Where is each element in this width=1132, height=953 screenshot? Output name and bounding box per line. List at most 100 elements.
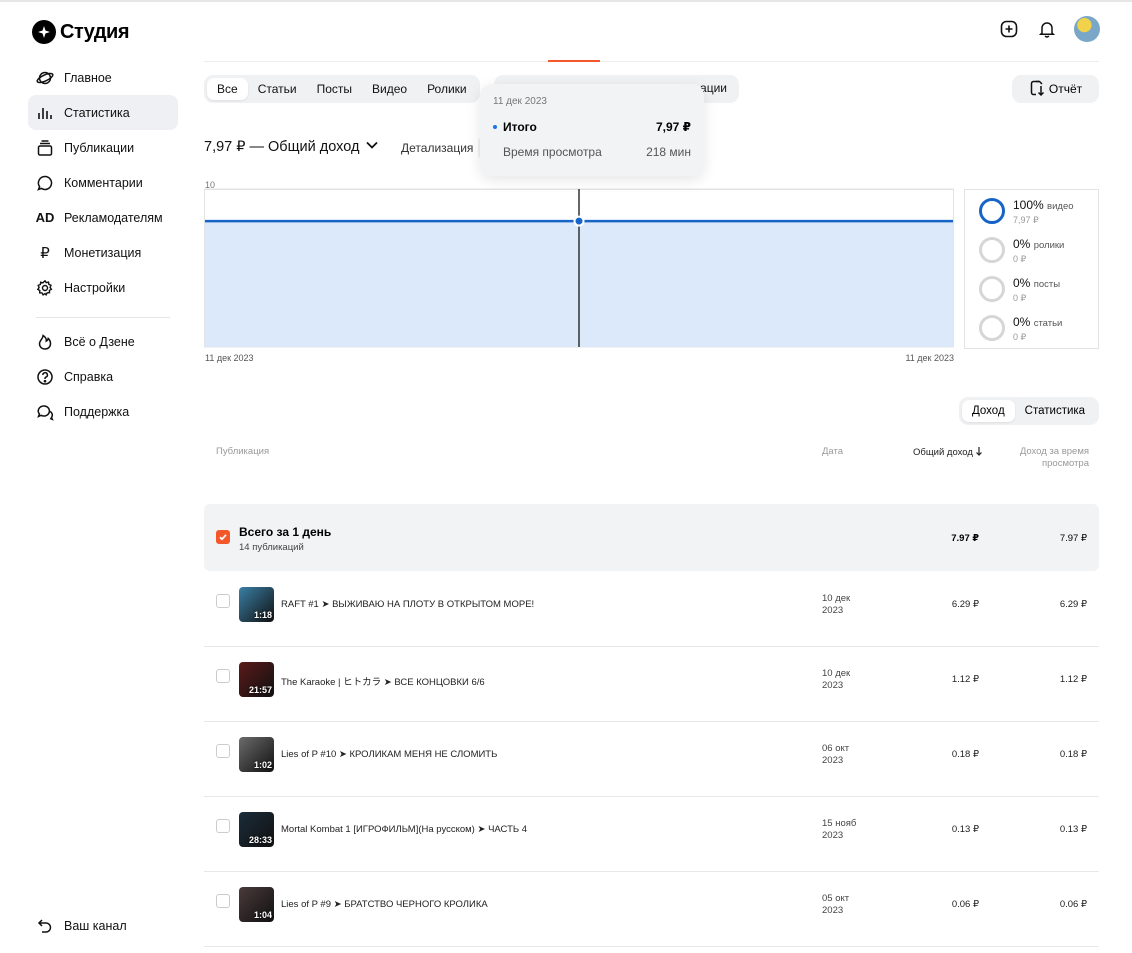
total-subtitle: 14 публикаций [239,542,304,553]
top-actions [998,16,1100,42]
total-income-header-label: Общий доход [913,447,973,458]
tooltip-watch-value: 218 мин [646,145,691,159]
total-row: Всего за 1 день 14 публикаций 7.97 ₽ 7.9… [204,504,1099,571]
legend-amount: 7,97 ₽ [1013,215,1039,225]
x-tick-label: 11 дек 2023 [905,353,954,363]
table-row[interactable]: 1:04 Lies of P #9 ➤ БРАТСТВО ЧЕРНОГО КРО… [204,872,1099,947]
studio-logo[interactable]: Студия [32,20,130,44]
add-icon[interactable] [998,18,1020,40]
sidebar-item-monetization[interactable]: ₽ Монетизация [28,235,178,270]
row-checkbox[interactable] [216,669,230,683]
chevron-down-icon [365,138,379,156]
tab-video[interactable]: Видео [362,78,417,100]
donut-ring-icon [979,237,1005,263]
comment-icon [36,174,54,192]
video-thumbnail[interactable]: 1:02 [239,737,274,772]
row-checkbox[interactable] [216,744,230,758]
sidebar-item-support[interactable]: Поддержка [28,394,178,429]
report-label: Отчёт [1048,82,1083,96]
table-row[interactable]: 28:33 Mortal Kombat 1 [ИГРОФИЛЬМ](На рус… [204,797,1099,872]
sidebar-item-label: Ваш канал [64,918,127,933]
avatar[interactable] [1074,16,1100,42]
sidebar-item-about-zen[interactable]: Всё о Дзене [28,324,178,359]
tooltip-total-row: Итого 7,97 ₽ [493,120,691,134]
legend-percent: 100% [1013,198,1044,212]
tab-all[interactable]: Все [207,78,248,100]
legend-item-video[interactable]: 100% видео 7,97 ₽ [979,198,1074,226]
sidebar-item-label: Монетизация [64,245,142,260]
table-row[interactable]: 21:57 The Karaoke | ヒトカラ ➤ ВСЕ КОНЦОВКИ … [204,647,1099,722]
sidebar-item-label: Настройки [64,280,126,295]
column-header-watch-income[interactable]: Доход за время просмотра [1005,446,1089,470]
sidebar-item-your-channel[interactable]: Ваш канал [28,908,178,943]
legend-item-articles[interactable]: 0% статьи 0 ₽ [979,315,1062,343]
publication-title[interactable]: Lies of P #10 ➤ КРОЛИКАМ МЕНЯ НЕ СЛОМИТЬ [281,749,497,760]
sidebar-item-comments[interactable]: Комментарии [28,165,178,200]
row-checkbox[interactable] [216,594,230,608]
video-duration: 21:57 [248,685,272,695]
total-watch-income-value: 7.97 ₽ [1059,533,1087,544]
video-thumbnail[interactable]: 21:57 [239,662,274,697]
sidebar-item-settings[interactable]: Настройки [28,270,178,305]
select-all-checkbox[interactable] [216,530,230,544]
row-watch-income: 0.06 ₽ [1059,899,1087,910]
row-watch-income: 0.18 ₽ [1059,749,1087,760]
table-row[interactable]: 1:02 Lies of P #10 ➤ КРОЛИКАМ МЕНЯ НЕ СЛ… [204,722,1099,797]
row-watch-income: 1.12 ₽ [1059,674,1087,685]
hover-point [573,215,585,227]
column-header-date[interactable]: Дата [822,446,843,457]
sidebar-item-help[interactable]: Справка [28,359,178,394]
publication-date: 15 нояб 2023 [822,818,857,841]
legend-item-shorts[interactable]: 0% ролики 0 ₽ [979,237,1064,265]
legend-amount: 0 ₽ [1013,332,1027,342]
income-chart[interactable]: 105011 дек 202311 дек 2023 [204,178,956,368]
legend-item-posts[interactable]: 0% посты 0 ₽ [979,276,1060,304]
y-tick-label: 10 [205,180,215,190]
row-watch-income: 6.29 ₽ [1059,599,1087,610]
row-total-income: 1.12 ₽ [951,674,979,685]
sidebar-item-main[interactable]: Главное [28,60,178,95]
table-row[interactable]: 1:18 RAFT #1 ➤ ВЫЖИВАЮ НА ПЛОТУ В ОТКРЫТ… [204,572,1099,647]
header-divider [204,61,1099,62]
tab-articles[interactable]: Статьи [248,78,307,100]
sidebar-bottom: Ваш канал [28,908,178,943]
toggle-statistics[interactable]: Статистика [1015,400,1095,422]
row-checkbox[interactable] [216,894,230,908]
logo-text: Студия [60,20,130,43]
sidebar-item-statistics[interactable]: Статистика [28,95,178,130]
x-tick-label: 11 дек 2023 [205,353,254,363]
publication-title[interactable]: Mortal Kombat 1 [ИГРОФИЛЬМ](На русском) … [281,824,527,835]
video-duration: 1:04 [253,910,272,920]
video-thumbnail[interactable]: 1:18 [239,587,274,622]
video-duration: 1:18 [253,610,272,620]
legend-amount: 0 ₽ [1013,254,1027,264]
toggle-income[interactable]: Доход [962,400,1015,422]
video-thumbnail[interactable]: 1:04 [239,887,274,922]
row-checkbox[interactable] [216,819,230,833]
publication-title[interactable]: RAFT #1 ➤ ВЫЖИВАЮ НА ПЛОТУ В ОТКРЫТОМ МО… [281,599,534,610]
income-metric-selector[interactable]: 7,97 ₽ — Общий доход [204,138,379,156]
video-duration: 1:02 [253,760,272,770]
publication-date: 10 дек 2023 [822,668,851,691]
report-icon [1029,79,1045,100]
sort-arrow-down-icon [975,446,983,459]
bell-icon[interactable] [1036,18,1058,40]
legend-percent: 0% [1013,276,1031,290]
total-title: Всего за 1 день [239,525,332,539]
back-arrow-icon [36,917,54,935]
chart-svg: 105011 дек 202311 дек 2023 [204,180,954,363]
tab-posts[interactable]: Посты [307,78,362,100]
tab-shorts[interactable]: Ролики [417,78,477,100]
publication-title[interactable]: Lies of P #9 ➤ БРАТСТВО ЧЕРНОГО КРОЛИКА [281,899,488,910]
sidebar-item-label: Рекламодателям [64,210,163,225]
video-thumbnail[interactable]: 28:33 [239,812,274,847]
column-header-total-income[interactable]: Общий доход [913,446,983,459]
sidebar-item-label: Поддержка [64,404,130,419]
column-header-publication[interactable]: Публикация [216,446,269,457]
report-button[interactable]: Отчёт [1012,75,1099,103]
sidebar-item-advertisers[interactable]: AD Рекламодателям [28,200,178,235]
sidebar-item-publications[interactable]: Публикации [28,130,178,165]
publication-title[interactable]: The Karaoke | ヒトカラ ➤ ВСЕ КОНЦОВКИ 6/6 [281,674,485,688]
sidebar-divider [36,317,170,318]
tooltip-total-value: 7,97 ₽ [655,120,691,134]
